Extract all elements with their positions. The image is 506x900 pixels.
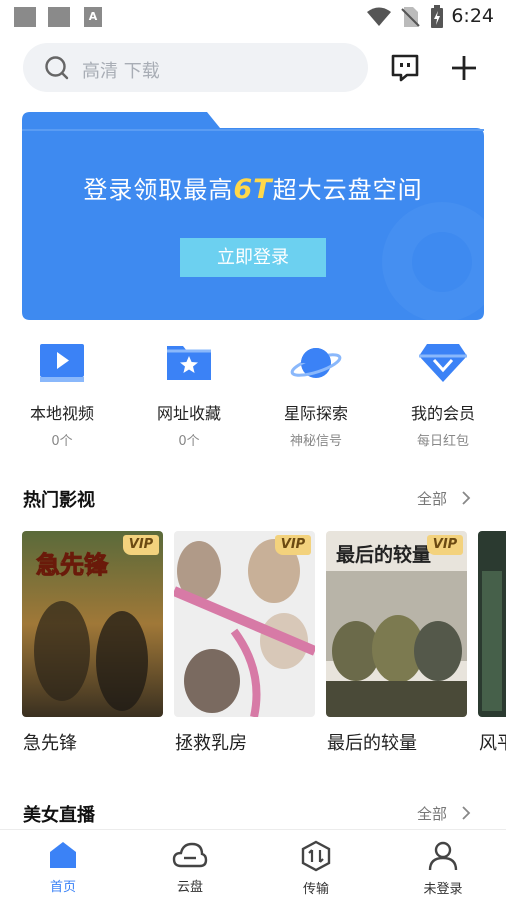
battery-charging-icon bbox=[431, 5, 443, 28]
section-more-live[interactable]: 全部 bbox=[417, 803, 447, 824]
entry-sub: 神秘信号 bbox=[289, 434, 342, 449]
status-time: 6:24 bbox=[451, 5, 494, 27]
entry-star-explore[interactable]: 星际探索 神秘信号 bbox=[266, 336, 366, 449]
notification-icon bbox=[14, 7, 36, 27]
entry-label: 星际探索 bbox=[283, 404, 348, 423]
movie-card-poster[interactable]: 急先锋 VIP bbox=[22, 531, 163, 717]
bottom-tab-bar: 首页 云盘 传输 未登录 bbox=[0, 829, 506, 900]
tab-cloud[interactable]: 云盘 bbox=[150, 840, 230, 895]
diamond-icon bbox=[419, 344, 467, 382]
movie-title[interactable]: 最后的较量 bbox=[327, 729, 417, 755]
poster-image bbox=[478, 531, 506, 717]
banner-text-before: 登录领取最高 bbox=[83, 176, 234, 204]
svg-text:急先锋: 急先锋 bbox=[36, 551, 109, 579]
user-icon bbox=[428, 841, 458, 871]
entry-url-favorites[interactable]: 网址收藏 0个 bbox=[139, 336, 239, 449]
tab-label: 未登录 bbox=[423, 882, 463, 897]
vip-badge: VIP bbox=[123, 535, 159, 555]
movie-card-poster[interactable]: 最后的较量 VIP bbox=[326, 531, 467, 717]
section-title-hot: 热门影视 bbox=[23, 490, 95, 511]
wifi-icon bbox=[367, 7, 391, 26]
section-title-live: 美女直播 bbox=[23, 805, 95, 826]
search-placeholder: 高清 下载 bbox=[82, 61, 160, 82]
movie-card-poster[interactable] bbox=[478, 531, 506, 717]
planet-icon bbox=[290, 348, 342, 378]
banner-headline: 登录领取最高6T超大云盘空间 bbox=[0, 170, 506, 205]
entry-my-membership[interactable]: 我的会员 每日红包 bbox=[393, 336, 493, 449]
banner-text-after: 超大云盘空间 bbox=[272, 176, 423, 204]
entry-sub: 每日红包 bbox=[416, 434, 469, 449]
entry-local-video[interactable]: 本地视频 0个 bbox=[12, 336, 112, 449]
tab-home[interactable]: 首页 bbox=[23, 840, 103, 895]
banner-highlight: 6T bbox=[233, 174, 273, 205]
message-square-icon[interactable] bbox=[390, 54, 420, 82]
vip-badge: VIP bbox=[427, 535, 463, 555]
entry-sub: 0个 bbox=[51, 434, 73, 449]
entry-sub: 0个 bbox=[178, 434, 200, 449]
transfer-icon bbox=[301, 840, 331, 872]
movie-title[interactable]: 急先锋 bbox=[23, 729, 77, 755]
status-bar: A 6:24 bbox=[0, 0, 506, 34]
svg-text:最后的较量: 最后的较量 bbox=[336, 543, 431, 566]
movie-card-poster[interactable]: VIP bbox=[174, 531, 315, 717]
star-folder-icon bbox=[167, 346, 211, 380]
poster-image: 急先锋 bbox=[22, 531, 163, 717]
home-icon bbox=[50, 842, 76, 868]
movie-title[interactable]: 风平 bbox=[479, 729, 506, 755]
play-screen-icon bbox=[40, 344, 84, 382]
search-input[interactable] bbox=[23, 43, 368, 92]
search-icon bbox=[45, 56, 69, 80]
poster-image: 最后的较量 bbox=[326, 531, 467, 717]
app-notification-icon: A bbox=[84, 7, 102, 27]
login-banner[interactable] bbox=[22, 112, 484, 320]
entry-label: 我的会员 bbox=[410, 404, 475, 423]
tab-label: 传输 bbox=[302, 882, 329, 897]
login-button[interactable]: 立即登录 bbox=[180, 238, 326, 277]
chevron-right-icon[interactable] bbox=[461, 490, 471, 506]
tab-profile[interactable]: 未登录 bbox=[403, 840, 483, 897]
section-more-hot[interactable]: 全部 bbox=[417, 488, 447, 509]
cloud-icon bbox=[172, 842, 208, 868]
entry-label: 本地视频 bbox=[29, 404, 94, 423]
vip-badge: VIP bbox=[275, 535, 311, 555]
chevron-right-icon[interactable] bbox=[461, 805, 471, 821]
entry-label: 网址收藏 bbox=[156, 404, 221, 423]
plus-icon[interactable] bbox=[450, 54, 478, 82]
notification-icon bbox=[48, 7, 70, 27]
tab-label: 首页 bbox=[49, 880, 76, 895]
tab-label: 云盘 bbox=[176, 880, 203, 895]
tab-transfer[interactable]: 传输 bbox=[276, 840, 356, 897]
no-sim-icon bbox=[401, 7, 420, 27]
poster-image bbox=[174, 531, 315, 717]
movie-title[interactable]: 拯救乳房 bbox=[175, 729, 247, 755]
